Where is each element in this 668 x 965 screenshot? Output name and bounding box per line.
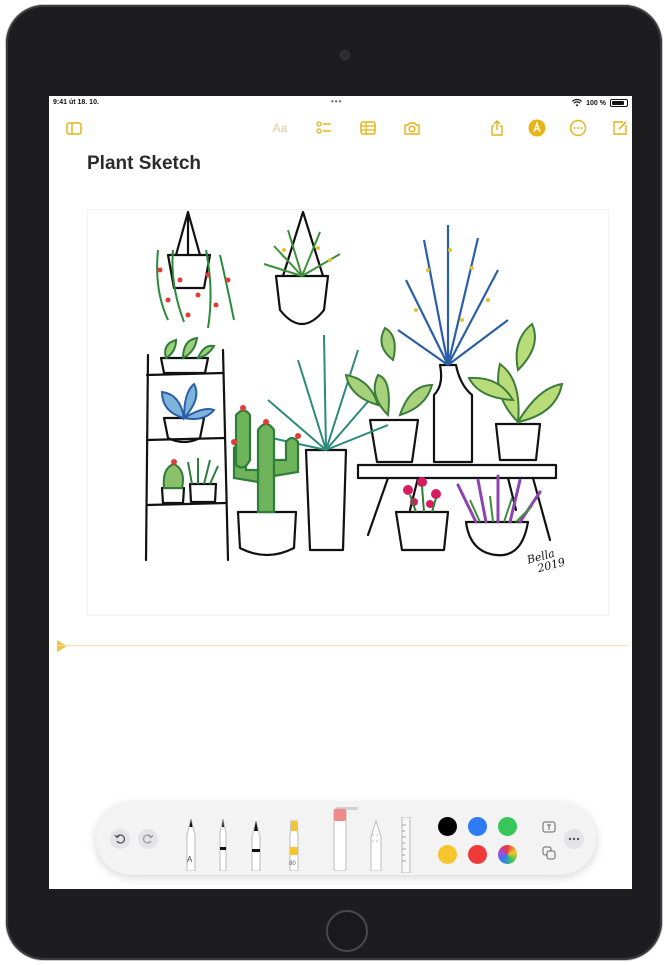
text-box-button[interactable] <box>539 817 559 837</box>
markup-tool-palette[interactable]: A 80 <box>96 803 596 875</box>
status-time-date: 9:41 út 18. 10. <box>53 99 99 106</box>
color-swatch-red[interactable] <box>468 845 487 864</box>
home-button[interactable] <box>326 910 368 952</box>
compose-icon <box>613 121 627 135</box>
pen-tool[interactable]: A <box>184 811 198 876</box>
format-label: Aa <box>272 121 288 135</box>
more-options-button[interactable] <box>567 118 589 138</box>
ellipsis-circle-icon <box>569 119 587 137</box>
redo-button[interactable] <box>138 829 158 849</box>
pen-tool-label: A <box>187 855 193 864</box>
battery-icon <box>610 99 628 107</box>
share-button[interactable] <box>486 118 508 138</box>
battery-percent: 100 % <box>586 99 606 107</box>
sidebar-icon <box>66 122 82 135</box>
ellipsis-icon <box>568 837 580 841</box>
plant-sketch-drawing[interactable]: Bella 2019 <box>87 209 609 616</box>
color-picker-wheel[interactable] <box>498 845 517 864</box>
checklist-button[interactable] <box>313 118 335 138</box>
undo-icon <box>114 834 126 844</box>
eraser-tool[interactable] <box>332 807 348 876</box>
redo-icon <box>142 834 154 844</box>
shapes-icon <box>542 846 556 860</box>
share-icon <box>491 120 503 136</box>
lasso-icon <box>370 819 382 872</box>
camera-button[interactable] <box>401 118 423 138</box>
table-icon <box>360 121 376 135</box>
note-title[interactable]: Plant Sketch <box>87 153 201 175</box>
monoline-icon <box>219 818 227 872</box>
format-text-button[interactable]: Aa <box>269 118 291 138</box>
marker-tool[interactable]: 80 <box>286 811 302 876</box>
color-swatch-black[interactable] <box>438 817 457 836</box>
status-right: 100 % <box>572 99 628 107</box>
notes-screen: 9:41 út 18. 10. ••• 100 % Aa Plant Sketc… <box>49 96 632 889</box>
markup-button[interactable] <box>526 118 548 138</box>
ruler-icon <box>401 816 411 874</box>
color-swatch-yellow[interactable] <box>438 845 457 864</box>
color-swatch-green[interactable] <box>498 817 517 836</box>
ipad-frame: 9:41 út 18. 10. ••• 100 % Aa Plant Sketc… <box>6 5 662 960</box>
palette-more-button[interactable] <box>564 829 584 849</box>
monoline-tool[interactable] <box>216 811 230 876</box>
undo-button[interactable] <box>110 829 130 849</box>
color-swatch-blue[interactable] <box>468 817 487 836</box>
compose-button[interactable] <box>609 118 631 138</box>
insertion-line <box>57 645 629 646</box>
notes-toolbar: Aa <box>49 114 632 142</box>
front-camera <box>340 50 350 60</box>
insertion-marker-icon[interactable] <box>57 640 67 652</box>
sidebar-toggle-button[interactable] <box>63 118 85 138</box>
eraser-icon <box>333 808 347 872</box>
markup-pen-icon <box>528 119 546 137</box>
status-bar: 9:41 út 18. 10. ••• 100 % <box>49 96 632 110</box>
marker-tool-label: 80 <box>289 861 296 867</box>
shapes-button[interactable] <box>539 843 559 863</box>
text-box-icon <box>542 821 556 833</box>
wifi-icon <box>572 99 583 107</box>
camera-icon <box>404 122 420 135</box>
checklist-icon <box>316 121 331 134</box>
fountain-pen-tool[interactable] <box>249 811 263 876</box>
ruler-tool[interactable] <box>400 816 412 878</box>
multitasking-dots-icon[interactable]: ••• <box>331 97 342 106</box>
fountain-pen-icon <box>251 820 261 872</box>
lasso-tool[interactable] <box>368 815 384 876</box>
table-button[interactable] <box>357 118 379 138</box>
